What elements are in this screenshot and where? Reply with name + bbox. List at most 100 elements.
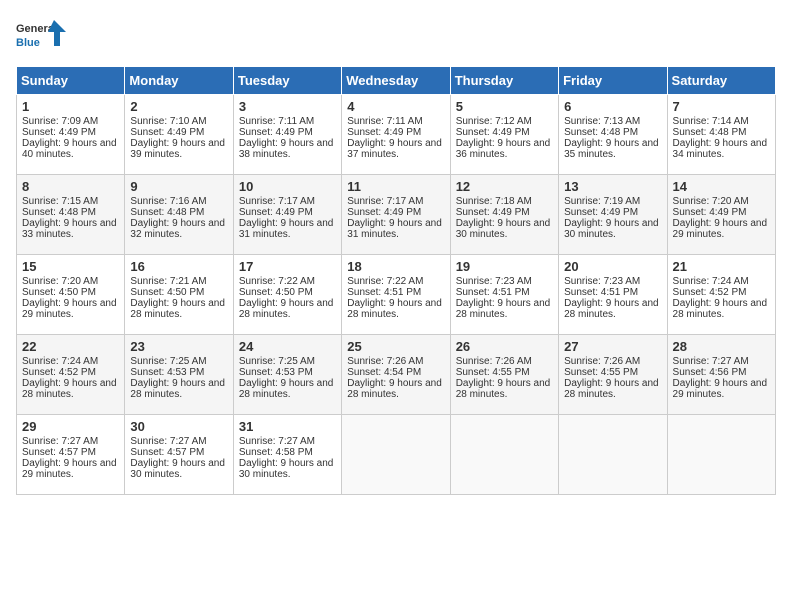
day-number: 28 <box>673 339 770 354</box>
calendar-cell: 29Sunrise: 7:27 AMSunset: 4:57 PMDayligh… <box>17 415 125 495</box>
calendar-cell: 10 Sunrise: 7:17 AMSunset: 4:49 PMDayligh… <box>233 175 341 255</box>
calendar-cell: 18Sunrise: 7:22 AMSunset: 4:51 PMDayligh… <box>342 255 450 335</box>
sunrise-line: Sunrise: 7:11 AM <box>347 116 422 127</box>
calendar-cell: 31 Sunrise: 7:27 AMSunset: 4:58 PMDayligh… <box>233 415 341 495</box>
day-number: 21 <box>673 259 770 274</box>
sunrise-line: Sunrise: 7:15 AM <box>22 196 98 207</box>
daylight-line: Daylight: 9 hours and 32 minutes. <box>130 218 225 240</box>
sunset-line: Sunset: 4:48 PM <box>564 127 638 138</box>
sunrise-line: Sunrise: 7:23 AM <box>456 276 532 287</box>
calendar-cell: 27Sunrise: 7:26 AMSunset: 4:55 PMDayligh… <box>559 335 667 415</box>
sunset-line: Sunset: 4:55 PM <box>564 367 638 378</box>
day-number: 14 <box>673 179 770 194</box>
daylight-line: Daylight: 9 hours and 29 minutes. <box>22 458 117 480</box>
calendar-cell: 28Sunrise: 7:27 AMSunset: 4:56 PMDayligh… <box>667 335 775 415</box>
sunset-line: Sunset: 4:49 PM <box>564 207 638 218</box>
sunset-line: Sunset: 4:51 PM <box>564 287 638 298</box>
day-number: 24 <box>239 339 336 354</box>
calendar-table: SundayMondayTuesdayWednesdayThursdayFrid… <box>16 66 776 495</box>
sunrise-line: Sunrise: 7:26 AM <box>564 356 640 367</box>
col-header-friday: Friday <box>559 67 667 95</box>
sunset-line: Sunset: 4:54 PM <box>347 367 421 378</box>
sunset-line: Sunset: 4:50 PM <box>239 287 313 298</box>
sunrise-line: Sunrise: 7:17 AM <box>347 196 423 207</box>
svg-text:Blue: Blue <box>16 37 40 49</box>
sunrise-line: Sunrise: 7:23 AM <box>564 276 640 287</box>
daylight-line: Daylight: 9 hours and 28 minutes. <box>456 298 551 320</box>
sunset-line: Sunset: 4:49 PM <box>22 127 96 138</box>
daylight-line: Daylight: 9 hours and 30 minutes. <box>564 218 659 240</box>
sunrise-line: Sunrise: 7:10 AM <box>130 116 206 127</box>
day-number: 31 <box>239 419 336 434</box>
day-number: 10 <box>239 179 336 194</box>
logo-svg: GeneralBlue <box>16 16 66 56</box>
day-number: 20 <box>564 259 661 274</box>
day-number: 9 <box>130 179 227 194</box>
sunset-line: Sunset: 4:52 PM <box>673 287 747 298</box>
sunrise-line: Sunrise: 7:09 AM <box>22 116 98 127</box>
day-number: 1 <box>22 99 119 114</box>
day-number: 4 <box>347 99 444 114</box>
calendar-cell: 30Sunrise: 7:27 AMSunset: 4:57 PMDayligh… <box>125 415 233 495</box>
calendar-cell: 3Sunrise: 7:11 AMSunset: 4:49 PMDaylight… <box>233 95 341 175</box>
calendar-cell <box>450 415 558 495</box>
sunrise-line: Sunrise: 7:27 AM <box>22 436 98 447</box>
calendar-cell: 26Sunrise: 7:26 AMSunset: 4:55 PMDayligh… <box>450 335 558 415</box>
sunset-line: Sunset: 4:49 PM <box>347 127 421 138</box>
calendar-cell: 1Sunrise: 7:09 AMSunset: 4:49 PMDaylight… <box>17 95 125 175</box>
daylight-line: Daylight: 9 hours and 31 minutes. <box>347 218 442 240</box>
col-header-tuesday: Tuesday <box>233 67 341 95</box>
day-number: 26 <box>456 339 553 354</box>
day-number: 19 <box>456 259 553 274</box>
sunrise-line: Sunrise: 7:27 AM <box>673 356 749 367</box>
calendar-cell: 20 Sunrise: 7:23 AMSunset: 4:51 PMDayligh… <box>559 255 667 335</box>
sunrise-line: Sunrise: 7:24 AM <box>22 356 98 367</box>
day-number: 16 <box>130 259 227 274</box>
calendar-cell: 7Sunrise: 7:14 AMSunset: 4:48 PMDaylight… <box>667 95 775 175</box>
day-number: 6 <box>564 99 661 114</box>
sunrise-line: Sunrise: 7:24 AM <box>673 276 749 287</box>
day-number: 13 <box>564 179 661 194</box>
sunrise-line: Sunrise: 7:19 AM <box>564 196 640 207</box>
sunset-line: Sunset: 4:49 PM <box>347 207 421 218</box>
sunset-line: Sunset: 4:57 PM <box>130 447 204 458</box>
sunrise-line: Sunrise: 7:27 AM <box>239 436 315 447</box>
day-number: 8 <box>22 179 119 194</box>
day-number: 25 <box>347 339 444 354</box>
sunset-line: Sunset: 4:51 PM <box>456 287 530 298</box>
calendar-cell: 9Sunrise: 7:16 AMSunset: 4:48 PMDaylight… <box>125 175 233 255</box>
sunset-line: Sunset: 4:48 PM <box>673 127 747 138</box>
day-number: 11 <box>347 179 444 194</box>
day-number: 2 <box>130 99 227 114</box>
calendar-cell: 2Sunrise: 7:10 AMSunset: 4:49 PMDaylight… <box>125 95 233 175</box>
daylight-line: Daylight: 9 hours and 29 minutes. <box>22 298 117 320</box>
sunset-line: Sunset: 4:53 PM <box>130 367 204 378</box>
day-number: 5 <box>456 99 553 114</box>
sunrise-line: Sunrise: 7:13 AM <box>564 116 640 127</box>
sunrise-line: Sunrise: 7:17 AM <box>239 196 315 207</box>
calendar-cell: 22Sunrise: 7:24 AMSunset: 4:52 PMDayligh… <box>17 335 125 415</box>
daylight-line: Daylight: 9 hours and 37 minutes. <box>347 138 442 160</box>
daylight-line: Daylight: 9 hours and 28 minutes. <box>564 298 659 320</box>
calendar-cell <box>559 415 667 495</box>
day-number: 12 <box>456 179 553 194</box>
day-number: 3 <box>239 99 336 114</box>
daylight-line: Daylight: 9 hours and 30 minutes. <box>239 458 334 480</box>
day-number: 22 <box>22 339 119 354</box>
calendar-cell: 11 Sunrise: 7:17 AMSunset: 4:49 PMDayligh… <box>342 175 450 255</box>
sunset-line: Sunset: 4:58 PM <box>239 447 313 458</box>
calendar-cell: 8Sunrise: 7:15 AMSunset: 4:48 PMDaylight… <box>17 175 125 255</box>
calendar-cell <box>667 415 775 495</box>
sunrise-line: Sunrise: 7:26 AM <box>347 356 423 367</box>
sunset-line: Sunset: 4:49 PM <box>673 207 747 218</box>
sunrise-line: Sunrise: 7:16 AM <box>130 196 206 207</box>
sunset-line: Sunset: 4:49 PM <box>239 207 313 218</box>
sunrise-line: Sunrise: 7:22 AM <box>347 276 423 287</box>
day-number: 27 <box>564 339 661 354</box>
daylight-line: Daylight: 9 hours and 31 minutes. <box>239 218 334 240</box>
sunset-line: Sunset: 4:51 PM <box>347 287 421 298</box>
sunset-line: Sunset: 4:48 PM <box>22 207 96 218</box>
col-header-wednesday: Wednesday <box>342 67 450 95</box>
col-header-thursday: Thursday <box>450 67 558 95</box>
calendar-cell: 17Sunrise: 7:22 AMSunset: 4:50 PMDayligh… <box>233 255 341 335</box>
